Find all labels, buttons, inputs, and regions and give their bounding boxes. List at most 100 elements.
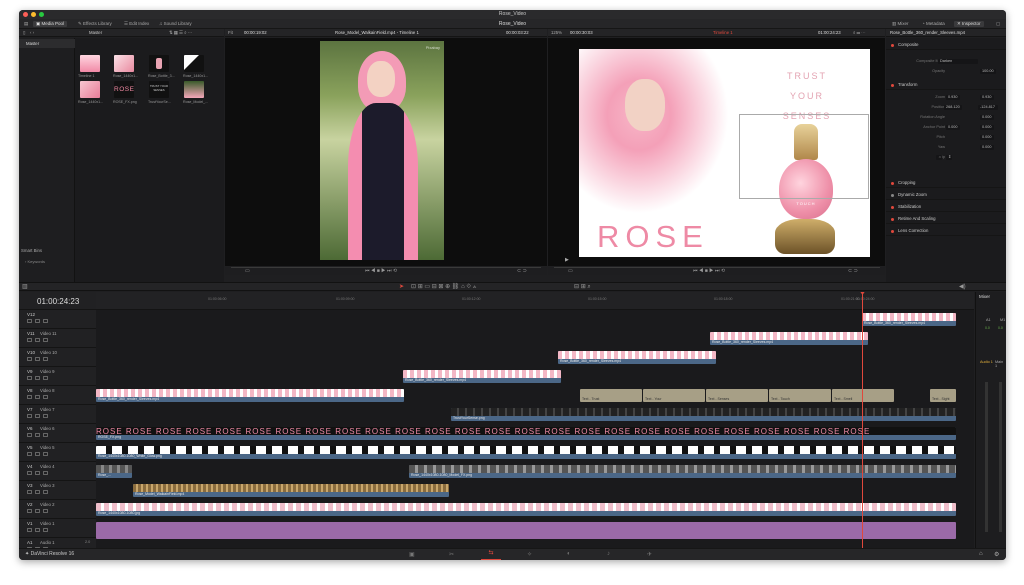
stabilization-section[interactable]: Stabilization [886,202,1006,212]
track-header-v5[interactable]: V5 Video 5 [19,443,96,462]
timeline-ruler[interactable]: 01:00:06:00 01:00:09:00 01:00:12:00 01:0… [96,292,974,310]
auto-select-icon[interactable] [35,376,40,380]
lock-track-icon[interactable] [27,433,32,437]
home-icon[interactable]: ⌂ [979,551,983,557]
clip-v10[interactable]: Rose_Bottle_360_render_Sleeves.mp4 [558,351,716,364]
sidebar-toggle-icon[interactable]: ▯ [23,29,25,37]
auto-select-icon[interactable] [35,338,40,342]
track-visibility-icon[interactable] [43,452,48,456]
track-controls[interactable] [27,395,48,399]
dynamic-zoom-section[interactable]: Dynamic Zoom [886,190,1006,200]
track-header-v10[interactable]: V10 Video 10 [19,348,96,367]
track-controls[interactable] [27,338,48,342]
track-header-v1[interactable]: V1 Video 1 [19,519,96,538]
nav-back-icon[interactable]: ‹ › [30,29,34,37]
track-visibility-icon[interactable] [43,433,48,437]
track-controls[interactable] [27,414,48,418]
lock-track-icon[interactable] [27,528,32,532]
yaw-field[interactable]: 0.000 [980,144,994,150]
lens-correction-section[interactable]: Lens Correction [886,226,1006,236]
lock-track-icon[interactable] [27,490,32,494]
clip-thumb-rose-3[interactable] [80,81,100,98]
close-window-icon[interactable] [23,12,28,17]
clip-thumb-model[interactable] [184,81,204,98]
source-clip-name[interactable]: Rose_Model_WalkainField.mp4 - Timeline 1 [335,29,419,37]
track-controls[interactable] [27,528,48,532]
audio-volume-icon[interactable]: ◀) [959,283,966,291]
clip-v2[interactable]: Rose_1440x1080-1080.jpg [96,503,956,516]
program-transport-buttons[interactable]: ⏮ ◀ ■ ▶ ⏭ ⟲ [693,267,725,275]
mixer-button[interactable]: ▥ Mixer [889,21,912,27]
track-header-v2[interactable]: V2 Video 2 [19,500,96,519]
text-clip-4[interactable]: Text - Touch [769,389,831,402]
timeline-viewer-options-icon[interactable]: ⌕ ▭ ⋯ [853,29,865,37]
clip-v8[interactable]: Rose_Bottle_360_render_Sleeves.mp4 [96,389,404,402]
fader-m1[interactable] [999,382,1002,532]
cropping-section[interactable]: Cropping [886,178,1006,188]
maximize-window-icon[interactable] [39,12,44,17]
auto-select-icon[interactable] [35,414,40,418]
zoom-tools-icons[interactable]: ⊟ ⊞ ⌕ [574,283,591,291]
auto-select-icon[interactable] [35,452,40,456]
lock-track-icon[interactable] [27,509,32,513]
track-controls[interactable] [27,319,48,323]
lock-track-icon[interactable] [27,395,32,399]
transform-section[interactable]: Transform [886,80,1006,90]
clip-v3[interactable]: Rose_Model_WalkainField.mp4 [133,484,449,497]
lock-track-icon[interactable] [27,471,32,475]
flip-h-button[interactable]: ⇔ [936,154,942,160]
fairlight-page-icon[interactable]: ♪ [607,551,610,557]
deliver-page-icon[interactable]: ✈ [647,551,652,558]
timeline-viewer-name[interactable]: Timeline 1 [713,29,733,37]
position-y-field[interactable]: -124.817 [978,104,998,110]
auto-select-icon[interactable] [35,319,40,323]
track-header-v6[interactable]: V6 Video 6 [19,424,96,443]
clip-v7[interactable]: TrustYourSense.png [451,408,956,421]
auto-select-icon[interactable] [35,490,40,494]
zoom-x-field[interactable]: 0.930 [946,94,960,100]
position-x-field[interactable]: 268.120 [944,104,962,110]
metadata-button[interactable]: ◔ Metadata [919,21,948,27]
track-controls[interactable] [27,490,48,494]
lock-track-icon[interactable] [27,357,32,361]
bin-item-master[interactable]: Master [19,39,75,48]
keywords-bin[interactable]: › Keywords [25,259,45,264]
track-visibility-icon[interactable] [43,395,48,399]
fusion-page-icon[interactable]: ✧ [527,551,532,558]
clip-v4b[interactable]: Rose_1440x1080-1080_Model_FX.png [409,465,956,478]
inspector-button[interactable]: ✕ Inspector [954,21,984,27]
clip-v11[interactable]: Rose_Bottle_360_render_Sleeves.mp4 [710,332,868,345]
source-viewer[interactable]: Pixabay [225,38,547,266]
playhead[interactable] [862,292,863,548]
timeline-view-icon[interactable]: ▥ [22,283,28,291]
auto-select-icon[interactable] [35,357,40,361]
track-visibility-icon[interactable] [43,509,48,513]
track-visibility-icon[interactable] [43,528,48,532]
track-visibility-icon[interactable] [43,319,48,323]
settings-icon[interactable]: ⚙ [994,551,999,558]
clip-thumb-timeline[interactable] [80,55,100,72]
track-visibility-icon[interactable] [43,338,48,342]
program-view-icon[interactable]: ▭ [568,267,573,275]
text-clip-3[interactable]: Text - Senses [706,389,768,402]
track-controls[interactable] [27,471,48,475]
source-mark-buttons[interactable]: ⊂ ⊃ [517,267,527,275]
track-header-v3[interactable]: V3 Video 3 [19,481,96,500]
lock-track-icon[interactable] [27,452,32,456]
select-tool-icon[interactable]: ➤ [399,283,404,291]
minimize-window-icon[interactable] [31,12,36,17]
timeline-panel[interactable]: 01:00:24:23 01:00:06:00 01:00:09:00 01:0… [19,292,974,548]
track-header-v12[interactable]: V12 [19,310,96,329]
composite-section[interactable]: Composite [886,40,1006,50]
track-visibility-icon[interactable] [43,376,48,380]
auto-select-icon[interactable] [35,528,40,532]
timeline-viewer[interactable]: ROSE TRUST YOUR SENSES TOUCH ▶ [548,38,885,266]
track-visibility-icon[interactable] [43,490,48,494]
track-header-v9[interactable]: V9 Video 9 [19,367,96,386]
edit-page-icon[interactable]: ⇆ [481,549,501,560]
track-header-v11[interactable]: V11 Video 11 [19,329,96,348]
clip-v1[interactable] [96,522,956,539]
lock-track-icon[interactable] [27,338,32,342]
fader-a1[interactable] [985,382,988,532]
transform-bounds[interactable] [739,114,869,199]
